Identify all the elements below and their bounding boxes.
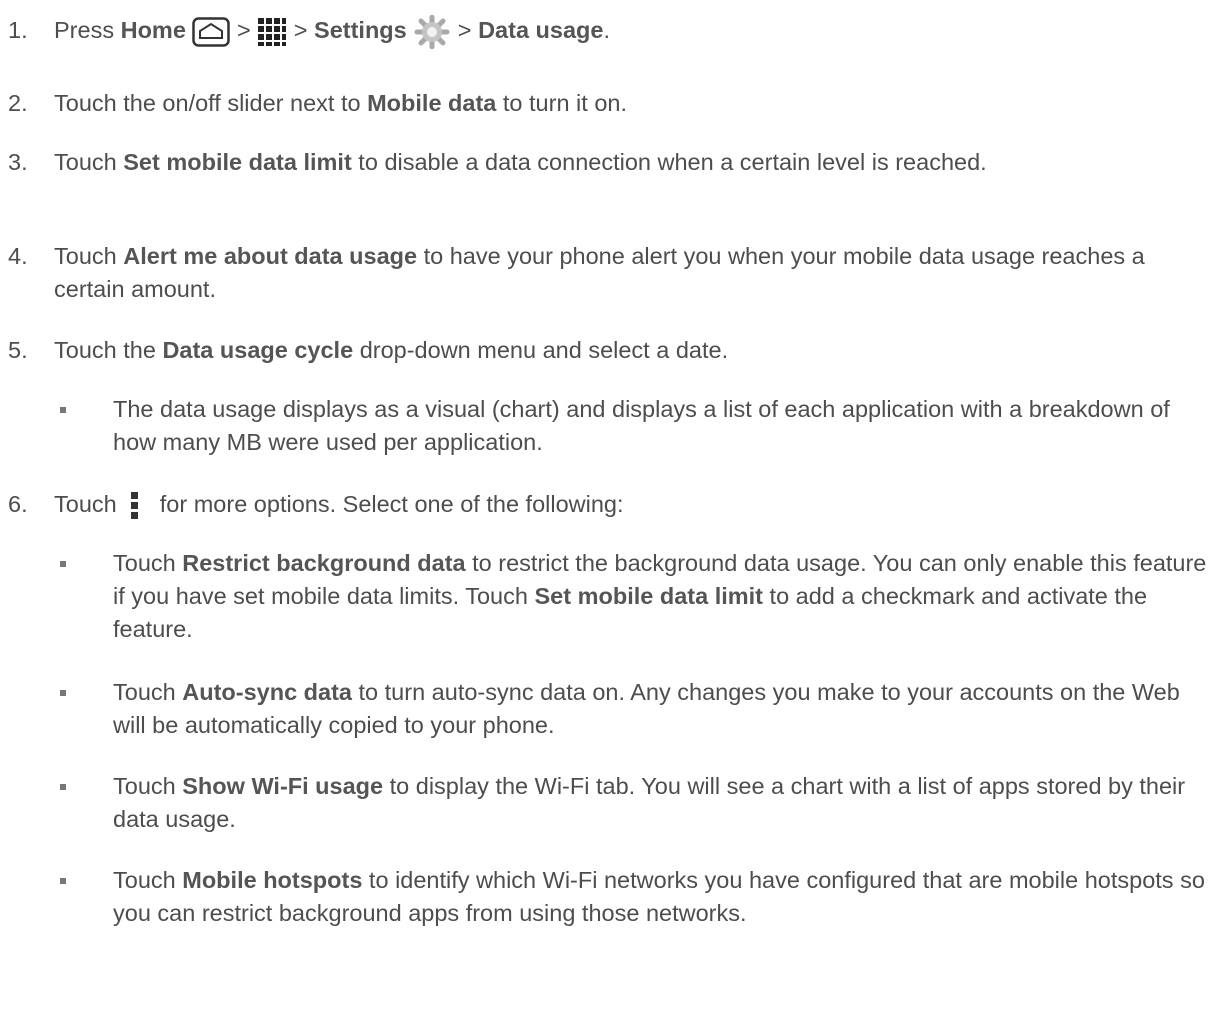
home-icon (192, 17, 231, 47)
bullet-text: Touch Auto-sync data to turn auto-sync d… (113, 679, 1180, 738)
step-text: Press Home > > Settings > Data usage. (54, 14, 1211, 49)
bullet-marker (60, 561, 66, 567)
bullet-text: Touch Mobile hotspots to identify which … (113, 867, 1205, 926)
step-number: 1. (8, 17, 28, 43)
step-text: Touch for more options. Select one of th… (54, 488, 1211, 521)
bullet-marker (60, 690, 66, 696)
bullet-marker (60, 407, 66, 413)
step-text: Touch Set mobile data limit to disable a… (54, 149, 987, 175)
bullet-marker (60, 784, 66, 790)
step-text: Touch the on/off slider next to Mobile d… (54, 90, 628, 116)
bullet-text: Touch Show Wi-Fi usage to display the Wi… (113, 773, 1186, 832)
step-number: 5. (8, 337, 28, 363)
step-number: 6. (8, 491, 28, 517)
step-number: 2. (8, 90, 28, 116)
apps-grid-icon (257, 17, 287, 47)
step-text: Touch Alert me about data usage to have … (54, 243, 1145, 302)
bullet-text: The data usage displays as a visual (cha… (113, 396, 1170, 455)
step-number: 3. (8, 149, 28, 175)
settings-gear-icon (413, 14, 451, 49)
more-options-icon (131, 491, 139, 520)
bullet-marker (60, 878, 66, 884)
bullet-text: Touch Restrict background data to restri… (113, 550, 1207, 642)
step-text: Touch the Data usage cycle drop-down men… (54, 337, 729, 363)
step-number: 4. (8, 243, 28, 269)
